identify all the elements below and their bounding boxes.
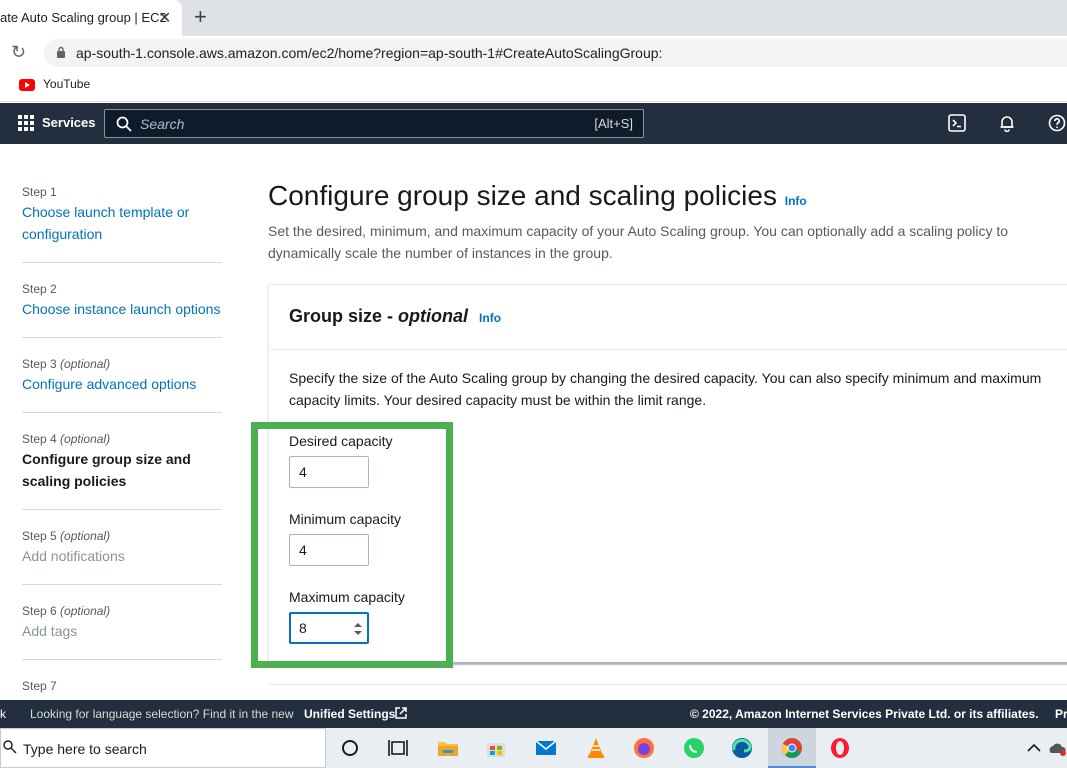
firefox-icon[interactable] [632, 736, 656, 760]
browser-tab[interactable]: ate Auto Scaling group | EC2 ✕ [0, 0, 182, 36]
panel-description: Specify the size of the Auto Scaling gro… [289, 370, 1042, 408]
panel-title-text: Group size - [289, 306, 394, 326]
cortana-icon[interactable] [338, 736, 362, 760]
lock-icon [57, 46, 65, 58]
step-number: Step 3 [22, 357, 57, 371]
vlc-icon[interactable] [584, 736, 608, 760]
step-6-title: Add tags [22, 623, 78, 639]
wizard-step-4: Step 4 (optional) Configure group size a… [22, 432, 222, 492]
step-label: Step 3 (optional) [22, 357, 222, 371]
step-label: Step 7 [22, 679, 57, 693]
minimum-capacity-input[interactable] [289, 534, 369, 566]
page-description: Set the desired, minimum, and maximum ca… [268, 223, 1009, 261]
wizard-step-2: Step 2 Choose instance launch options [22, 282, 222, 320]
step-label: Step 1 [22, 185, 57, 199]
step-divider [22, 584, 222, 585]
notifications-bell-icon[interactable] [998, 114, 1016, 132]
taskbar-search-text: Type here to search [23, 741, 147, 757]
step-optional: (optional) [60, 529, 111, 543]
group-size-panel: Group size - optional Info Specify the s… [268, 284, 1067, 664]
file-explorer-icon[interactable] [436, 736, 460, 760]
minimum-capacity-label: Minimum capacity [289, 511, 402, 527]
step-2-link[interactable]: Choose instance launch options [22, 298, 222, 320]
step-4-current: Configure group size and scaling policie… [22, 451, 191, 489]
new-tab-icon[interactable]: + [194, 4, 207, 30]
step-divider [22, 412, 222, 413]
step-number: Step 5 [22, 529, 57, 543]
bookmarks-bar: YouTube [0, 70, 1067, 102]
step-1-link[interactable]: Choose launch template or configuration [22, 201, 222, 245]
footer-language-text: Looking for language selection? Find it … [30, 707, 294, 721]
search-icon [3, 740, 17, 754]
desired-capacity-input[interactable] [289, 456, 369, 488]
edge-icon[interactable] [730, 736, 754, 760]
unified-settings-link[interactable]: Unified Settings [304, 707, 395, 721]
wizard-step-1: Step 1 Choose launch template or configu… [22, 185, 222, 245]
step-label: Step 6 (optional) [22, 604, 222, 618]
next-panel-edge [268, 684, 1067, 700]
services-button[interactable]: Services [42, 115, 96, 130]
youtube-icon [19, 79, 35, 91]
step-label: Step 2 [22, 282, 57, 296]
aws-top-nav: Services Search [Alt+S] [0, 103, 1067, 144]
panel-title-optional: optional [398, 306, 469, 326]
wizard-step-3: Step 3 (optional) Configure advanced opt… [22, 357, 222, 395]
panel-header: Group size - optional Info [269, 285, 1067, 350]
microsoft-store-icon[interactable] [484, 736, 508, 760]
info-link[interactable]: Info [785, 194, 807, 208]
whatsapp-icon[interactable] [682, 736, 706, 760]
close-tab-icon[interactable]: ✕ [158, 8, 171, 28]
tab-title: ate Auto Scaling group | EC2 [0, 10, 167, 25]
step-3-link[interactable]: Configure advanced options [22, 373, 222, 395]
task-view-icon[interactable] [386, 736, 410, 760]
search-icon [116, 116, 132, 132]
chevron-up-icon[interactable] [1022, 736, 1046, 760]
step-optional: (optional) [60, 432, 111, 446]
services-grid-icon[interactable] [18, 115, 34, 131]
search-shortcut: [Alt+S] [594, 116, 633, 131]
wizard-step-6: Step 6 (optional) Add tags [22, 604, 222, 642]
step-label: Step 4 (optional) [22, 432, 222, 446]
step-number: Step 6 [22, 604, 57, 618]
step-divider [22, 337, 222, 338]
search-placeholder: Search [140, 116, 185, 132]
help-icon[interactable] [1048, 114, 1066, 132]
step-divider [22, 659, 222, 660]
footer-feedback-cut[interactable]: k [0, 707, 6, 721]
taskbar-search-box[interactable]: Type here to search [0, 728, 326, 768]
step-number: Step 4 [22, 432, 57, 446]
wizard-step-5: Step 5 (optional) Add notifications [22, 529, 222, 567]
opera-icon[interactable] [828, 736, 852, 760]
number-spinner-icon[interactable] [353, 621, 363, 637]
onedrive-icon[interactable] [1046, 736, 1067, 760]
footer-copyright: © 2022, Amazon Internet Services Private… [690, 707, 1039, 721]
chrome-icon[interactable] [780, 736, 804, 760]
console-footer: k Looking for language selection? Find i… [0, 700, 1067, 728]
address-bar-row: ↻ ap-south-1.console.aws.amazon.com/ec2/… [0, 36, 1067, 70]
url-text: ap-south-1.console.aws.amazon.com/ec2/ho… [76, 45, 663, 61]
step-divider [22, 262, 222, 263]
step-optional: (optional) [60, 604, 111, 618]
external-link-icon [395, 707, 407, 719]
mail-icon[interactable] [534, 736, 558, 760]
cloudshell-icon[interactable] [948, 114, 966, 132]
windows-taskbar: Type here to search [0, 728, 1067, 768]
panel-title: Group size - optional Info [289, 306, 501, 327]
step-optional: (optional) [60, 357, 111, 371]
page-title: Configure group size and scaling policie… [268, 180, 807, 212]
page-title-text: Configure group size and scaling policie… [268, 180, 777, 211]
reload-icon[interactable]: ↻ [11, 42, 26, 63]
info-link[interactable]: Info [479, 311, 501, 325]
search-input[interactable]: Search [Alt+S] [104, 109, 644, 138]
bookmark-youtube[interactable]: YouTube [43, 77, 90, 91]
maximum-capacity-label: Maximum capacity [289, 589, 405, 605]
desired-capacity-label: Desired capacity [289, 433, 393, 449]
step-5-title: Add notifications [22, 548, 125, 564]
browser-tab-bar: ate Auto Scaling group | EC2 ✕ + [0, 0, 1067, 36]
privacy-link-cut[interactable]: Pr [1055, 707, 1067, 721]
wizard-step-7: Step 7 [22, 679, 222, 693]
url-field[interactable]: ap-south-1.console.aws.amazon.com/ec2/ho… [44, 39, 1067, 67]
step-label: Step 5 (optional) [22, 529, 222, 543]
step-divider [22, 509, 222, 510]
